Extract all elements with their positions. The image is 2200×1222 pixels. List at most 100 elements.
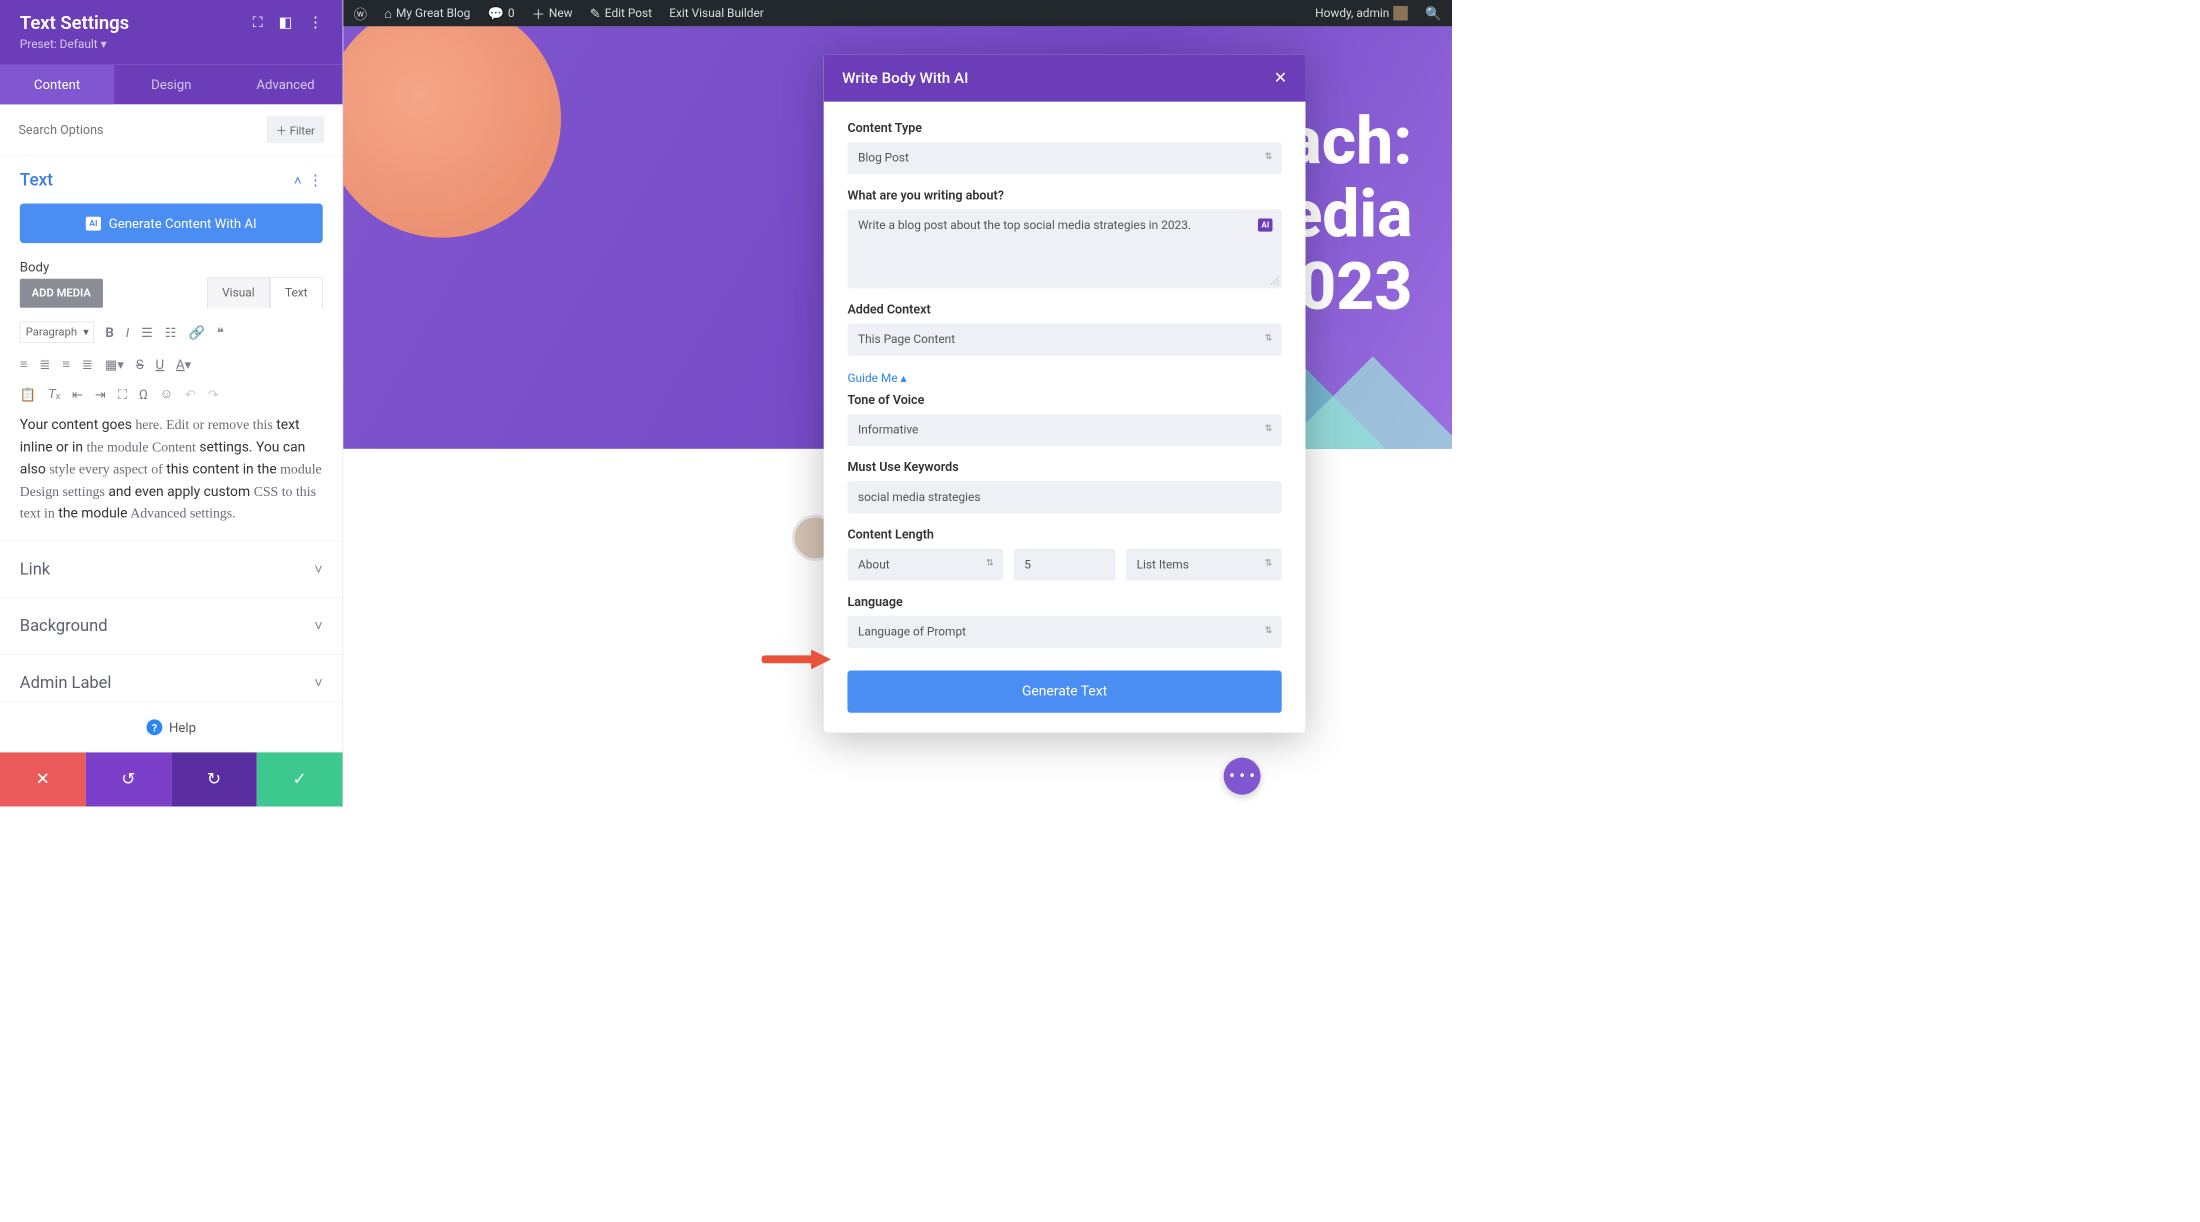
table-icon[interactable]: ▦▾	[105, 356, 124, 372]
strike-icon[interactable]: S	[136, 356, 144, 372]
emoji-icon[interactable]: ☺	[160, 385, 173, 402]
background-label: Background	[20, 616, 108, 635]
underline-icon[interactable]: U	[156, 356, 165, 372]
guide-me-toggle[interactable]: Guide Me ▴	[847, 372, 1281, 386]
focus-icon[interactable]: ⛶	[253, 15, 263, 32]
fullscreen-icon[interactable]: ⛶	[118, 386, 127, 402]
content-type-label: Content Type	[847, 120, 1281, 135]
site-link[interactable]: ⌂My Great Blog	[384, 5, 470, 22]
paste-icon[interactable]: 📋	[20, 386, 36, 402]
redo-footer-button[interactable]: ↻	[171, 752, 257, 806]
modal-header: Write Body With AI ✕	[824, 54, 1306, 102]
clear-icon[interactable]: Tₓ	[48, 385, 60, 402]
length-qualifier-select[interactable]: About	[847, 548, 1003, 580]
section-more-icon[interactable]: ⋮	[308, 172, 323, 189]
ai-modal: Write Body With AI ✕ Content Type Blog P…	[824, 54, 1306, 732]
align-center-icon[interactable]: ≣	[39, 356, 50, 372]
undo-footer-button[interactable]: ↺	[86, 752, 172, 806]
tone-select[interactable]: Informative	[847, 414, 1281, 446]
text-section-header[interactable]: Text ˄ ⋮	[0, 156, 343, 196]
cancel-button[interactable]: ✕	[0, 752, 86, 806]
main-area: ⓦ ⌂My Great Blog 💬0 ＋New ✎Edit Post Exit…	[343, 0, 1452, 807]
tab-content[interactable]: Content	[0, 65, 114, 105]
editor-toolbar: Paragraph B I ☰ ☷ 🔗 ❝	[20, 315, 323, 349]
about-text: Write a blog post about the top social m…	[858, 218, 1191, 232]
comments-link[interactable]: 💬0	[488, 5, 515, 21]
align-right-icon[interactable]: ≡	[62, 356, 70, 373]
format-select[interactable]: Paragraph	[20, 321, 94, 342]
special-char-icon[interactable]: Ω	[139, 386, 148, 402]
editor-content[interactable]: Your content goes here. Edit or remove t…	[20, 414, 323, 525]
close-icon[interactable]: ✕	[1274, 69, 1287, 87]
more-icon[interactable]: ⋮	[308, 15, 323, 32]
bold-icon[interactable]: B	[105, 324, 113, 340]
admin-label-label: Admin Label	[20, 673, 112, 692]
chevron-down-icon: ˅	[314, 560, 322, 577]
length-value-input[interactable]	[1014, 548, 1116, 580]
add-media-button[interactable]: ADD MEDIA	[20, 279, 103, 308]
settings-sidebar: Text Settings ⛶ ◧ ⋮ Preset: Default ▾ Co…	[0, 0, 343, 807]
redo-icon[interactable]: ↷	[208, 386, 219, 402]
text-section-label: Text	[20, 170, 53, 190]
generate-ai-button[interactable]: AI Generate Content With AI	[20, 203, 323, 243]
filter-button[interactable]: ＋ Filter	[266, 116, 324, 143]
editor-tab-visual[interactable]: Visual	[207, 277, 270, 308]
new-link[interactable]: ＋New	[532, 4, 573, 23]
about-label: What are you writing about?	[847, 187, 1281, 202]
ai-badge-icon[interactable]: AI	[1258, 218, 1272, 231]
admin-label-section[interactable]: Admin Label ˅	[0, 654, 343, 702]
search-input[interactable]	[18, 122, 266, 137]
link-icon[interactable]: 🔗	[189, 324, 205, 340]
content-type-select[interactable]: Blog Post	[847, 142, 1281, 174]
howdy-link[interactable]: Howdy, admin	[1315, 6, 1408, 21]
tab-advanced[interactable]: Advanced	[228, 65, 342, 105]
background-section[interactable]: Background ˅	[0, 597, 343, 654]
bullet-list-icon[interactable]: ☰	[141, 324, 153, 340]
wp-logo-icon[interactable]: ⓦ	[354, 4, 367, 23]
search-row: ＋ Filter	[0, 104, 343, 155]
panel-icon[interactable]: ◧	[279, 15, 293, 32]
generate-ai-label: Generate Content With AI	[109, 215, 257, 231]
save-button[interactable]: ✓	[257, 752, 343, 806]
chevron-up-icon: ˄	[294, 172, 302, 188]
generate-text-button[interactable]: Generate Text	[847, 671, 1281, 713]
preset-dropdown[interactable]: Preset: Default ▾	[20, 38, 323, 52]
indent-icon[interactable]: ⇥	[95, 386, 106, 402]
italic-icon[interactable]: I	[126, 324, 129, 340]
quote-icon[interactable]: ❝	[217, 324, 224, 340]
ai-icon: AI	[86, 216, 101, 230]
decorative-circle	[343, 26, 561, 237]
avatar-icon	[1393, 6, 1408, 21]
context-select[interactable]: This Page Content	[847, 323, 1281, 355]
link-section[interactable]: Link ˅	[0, 540, 343, 597]
body-label: Body	[0, 255, 343, 279]
chevron-down-icon: ˅	[314, 617, 322, 634]
context-label: Added Context	[847, 302, 1281, 317]
wp-admin-bar: ⓦ ⌂My Great Blog 💬0 ＋New ✎Edit Post Exit…	[343, 0, 1452, 26]
search-admin-icon[interactable]: 🔍	[1425, 5, 1441, 21]
length-unit-select[interactable]: List Items	[1126, 548, 1282, 580]
edit-post-link[interactable]: ✎Edit Post	[590, 5, 652, 21]
number-list-icon[interactable]: ☷	[165, 324, 177, 340]
language-select[interactable]: Language of Prompt	[847, 616, 1281, 648]
sidebar-footer: ✕ ↺ ↻ ✓	[0, 752, 343, 806]
sidebar-title: Text Settings	[20, 12, 129, 34]
color-icon[interactable]: A▾	[176, 356, 191, 372]
sidebar-tabs: Content Design Advanced	[0, 65, 343, 105]
undo-icon[interactable]: ↶	[185, 386, 196, 402]
editor-toolbar-2: ≡ ≣ ≡ ≣ ▦▾ S U A▾	[20, 349, 323, 379]
tab-design[interactable]: Design	[114, 65, 228, 105]
builder-fab[interactable]: • • •	[1224, 758, 1261, 795]
outdent-icon[interactable]: ⇤	[72, 386, 83, 402]
help-row[interactable]: ? Help	[0, 702, 343, 753]
link-label: Link	[20, 560, 50, 579]
sidebar-header: Text Settings ⛶ ◧ ⋮ Preset: Default ▾	[0, 0, 343, 65]
editor-tab-text[interactable]: Text	[270, 277, 323, 308]
resize-handle-icon[interactable]	[1270, 277, 1279, 286]
chevron-down-icon: ˅	[314, 674, 322, 691]
align-left-icon[interactable]: ≡	[20, 356, 28, 373]
align-justify-icon[interactable]: ≣	[82, 356, 93, 372]
about-textarea[interactable]: Write a blog post about the top social m…	[847, 209, 1281, 288]
exit-builder-link[interactable]: Exit Visual Builder	[669, 6, 764, 20]
keywords-input[interactable]	[847, 481, 1281, 513]
